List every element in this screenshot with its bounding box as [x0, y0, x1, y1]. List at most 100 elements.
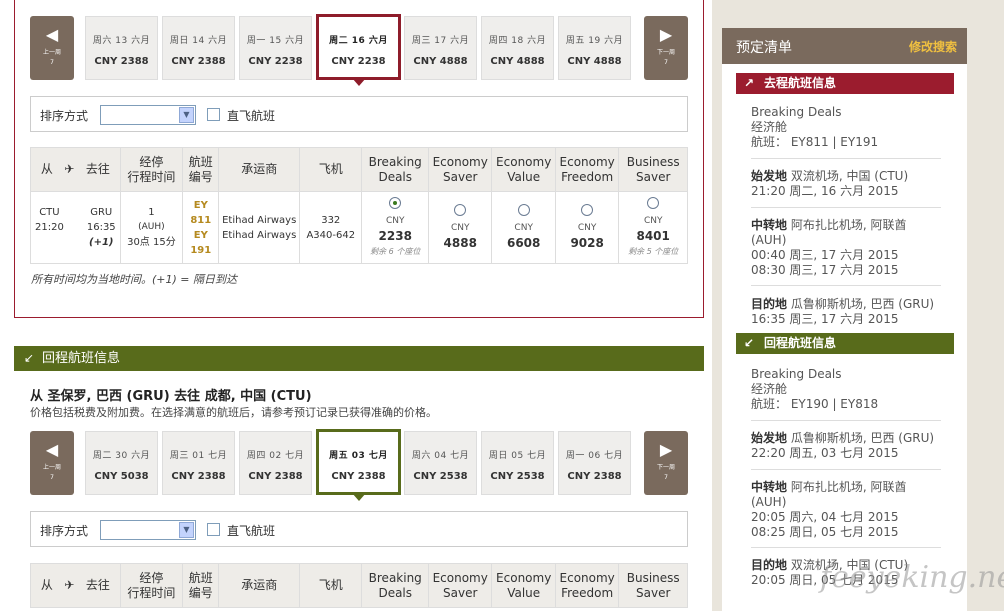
table-header-row: 从 ✈ 去往 经停 行程时间 航班 编号 承运商 飞机 Breaking Dea… [30, 147, 688, 192]
outbound-date-2[interactable]: 周一 15 六月 CNY 2238 [239, 16, 312, 80]
watermark: feeyeking.net [820, 560, 1004, 595]
flight-number-cell: EY 811 EY 191 [182, 191, 220, 264]
chevron-down-icon: ▼ [179, 107, 194, 123]
outbound-fare-info: Breaking Deals 经济舱 航班： EY811 | EY191 [751, 105, 879, 149]
return-date-6[interactable]: 周一 06 七月 CNY 2388 [558, 431, 631, 495]
outbound-date-0[interactable]: 周六 13 六月 CNY 2388 [85, 16, 158, 80]
col-aircraft: 飞机 [299, 563, 363, 608]
fare-radio[interactable] [581, 204, 594, 216]
divider [751, 285, 941, 286]
plane-icon: ✈ [64, 578, 75, 592]
return-section-bar: ↙ 回程航班信息 [14, 346, 704, 371]
return-date-5[interactable]: 周日 05 七月 CNY 2538 [481, 431, 554, 495]
return-date-1[interactable]: 周三 01 七月 CNY 2388 [162, 431, 235, 495]
modify-search-link[interactable]: 修改搜索 [909, 38, 957, 55]
fare-breaking-deals[interactable]: CNY 2238 剩余 6 个座位 [361, 191, 429, 264]
outbound-date-5[interactable]: 周四 18 六月 CNY 4888 [481, 16, 554, 80]
return-prev-week-button[interactable]: ◀ 上一周 7 [30, 431, 74, 495]
return-flight-table: 从 ✈ 去往 经停 行程时间 航班 编号 承运商 飞机 Breaking Dea… [30, 563, 688, 608]
return-date-strip: ◀ 上一周 7 周二 30 六月 CNY 5038 周三 01 七月 CNY 238… [30, 429, 690, 501]
outbound-info-bar: ↗ 去程航班信息 [736, 73, 954, 94]
outbound-sort-bar: 排序方式 ▼ 直飞航班 [30, 96, 688, 132]
return-sort-bar: 排序方式 ▼ 直飞航班 [30, 511, 688, 547]
return-date-0[interactable]: 周二 30 六月 CNY 5038 [85, 431, 158, 495]
selection-notch [351, 493, 366, 501]
return-price-note: 价格包括税费及附加费。在选择满意的航班后，请参考预订记录已获得准确的价格。 [30, 406, 437, 419]
arrow-down-left-icon: ↙ [744, 336, 755, 350]
col-flight: 航班 编号 [182, 563, 220, 608]
selection-notch [351, 78, 366, 86]
main-content: ◀ 上一周 7 周六 13 六月 CNY 2388 周日 14 六月 CNY 238… [0, 0, 712, 611]
outbound-prev-week-button[interactable]: ◀ 上一周 7 [30, 16, 74, 80]
arrow-down-left-icon: ↙ [24, 351, 35, 365]
col-business-saver: Business Saver [618, 563, 688, 608]
col-economy-value: Economy Value [491, 563, 556, 608]
col-breaking-deals: Breaking Deals [361, 563, 429, 608]
col-flight: 航班 编号 [182, 147, 220, 192]
local-time-note: 所有时间均为当地时间。(+1) = 隔日到达 [31, 273, 238, 286]
fare-radio[interactable] [454, 204, 467, 216]
outbound-transit: 中转地 阿布扎比机场, 阿联酋 (AUH) 00:40 周三, 17 六月 20… [751, 218, 907, 277]
return-info-bar: ↙ 回程航班信息 [736, 333, 954, 354]
return-next-week-button[interactable]: ▶ 下一周 7 [644, 431, 688, 495]
outbound-sort-select[interactable]: ▼ [100, 105, 196, 125]
booking-sidebar: 预定清单 修改搜索 ↗ 去程航班信息 Breaking Deals 经济舱 航班：… [712, 0, 1004, 611]
col-economy-freedom: Economy Freedom [554, 563, 620, 608]
col-economy-value: Economy Value [491, 147, 556, 192]
fare-radio[interactable] [517, 204, 530, 216]
outbound-date-1[interactable]: 周日 14 六月 CNY 2388 [162, 16, 235, 80]
outbound-date-6[interactable]: 周五 19 六月 CNY 4888 [558, 16, 631, 80]
return-origin: 始发地 瓜鲁柳斯机场, 巴西 (GRU) 22:20 周五, 03 七月 201… [751, 431, 935, 460]
right-arrow-icon: ▶ [659, 440, 673, 459]
outbound-flight-table: 从 ✈ 去往 经停 行程时间 航班 编号 承运商 飞机 Breaking Dea… [30, 147, 688, 264]
fare-economy-freedom[interactable]: CNY 9028 [554, 191, 620, 264]
col-carrier: 承运商 [218, 147, 301, 192]
outbound-direct-checkbox[interactable] [207, 108, 220, 121]
col-breaking-deals: Breaking Deals [361, 147, 429, 192]
return-transit: 中转地 阿布扎比机场, 阿联酋 (AUH) 20:05 周六, 04 七月 20… [751, 480, 907, 539]
carrier-cell: Etihad Airways Etihad Airways [218, 191, 301, 264]
fare-radio-selected[interactable] [389, 196, 402, 209]
stops-cell: 1 (AUH) 30点 15分 [119, 191, 184, 264]
divider [751, 207, 941, 208]
outbound-date-4[interactable]: 周三 17 六月 CNY 4888 [404, 16, 477, 80]
outbound-next-week-button[interactable]: ▶ 下一周 7 [644, 16, 688, 80]
return-date-selected[interactable]: 周五 03 七月 CNY 2388 [316, 429, 401, 501]
outbound-destination: 目的地 瓜鲁柳斯机场, 巴西 (GRU) 16:35 周三, 17 六月 201… [751, 297, 935, 326]
outbound-origin: 始发地 双流机场, 中国 (CTU) 21:20 周二, 16 六月 2015 [751, 169, 909, 198]
chevron-down-icon: ▼ [179, 522, 194, 538]
table-row: CTU 21:20 GRU 16:35 (+1) 1 (AUH) 30点 15分 EY 8… [30, 191, 688, 264]
col-economy-saver: Economy Saver [427, 147, 493, 192]
return-date-2[interactable]: 周四 02 七月 CNY 2388 [239, 431, 312, 495]
return-sort-select[interactable]: ▼ [100, 520, 196, 540]
divider [751, 547, 941, 548]
divider [751, 158, 941, 159]
col-from-to: 从 ✈ 去往 [30, 147, 121, 192]
left-arrow-icon: ◀ [45, 440, 59, 459]
col-from-to: 从 ✈ 去往 [30, 563, 121, 608]
divider [751, 469, 941, 470]
return-direct-checkbox[interactable] [207, 523, 220, 536]
return-route-title: 从 圣保罗, 巴西 (GRU) 去往 成都, 中国 (CTU) [30, 389, 312, 404]
col-business-saver: Business Saver [618, 147, 688, 192]
col-economy-saver: Economy Saver [427, 563, 493, 608]
return-date-4[interactable]: 周六 04 七月 CNY 2538 [404, 431, 477, 495]
return-fare-info: Breaking Deals 经济舱 航班： EY190 | EY818 [751, 367, 879, 411]
col-stops: 经停 行程时间 [119, 147, 184, 192]
col-aircraft: 飞机 [299, 147, 363, 192]
sidebar-body: ↗ 去程航班信息 Breaking Deals 经济舱 航班： EY811 | E… [722, 64, 967, 611]
left-arrow-icon: ◀ [45, 25, 59, 44]
fare-economy-value[interactable]: CNY 6608 [491, 191, 556, 264]
fare-business-saver[interactable]: CNY 8401 剩余 5 个座位 [618, 191, 688, 264]
fare-radio[interactable] [647, 196, 660, 209]
fare-economy-saver[interactable]: CNY 4888 [427, 191, 493, 264]
from-to-cell: CTU 21:20 GRU 16:35 (+1) [30, 191, 121, 264]
col-stops: 经停 行程时间 [119, 563, 184, 608]
outbound-date-selected[interactable]: 周二 16 六月 CNY 2238 [316, 14, 401, 86]
arrow-up-right-icon: ↗ [744, 76, 755, 90]
col-economy-freedom: Economy Freedom [554, 147, 620, 192]
divider [751, 420, 941, 421]
col-carrier: 承运商 [218, 563, 301, 608]
aircraft-cell: 332 A340-642 [299, 191, 363, 264]
right-arrow-icon: ▶ [659, 25, 673, 44]
